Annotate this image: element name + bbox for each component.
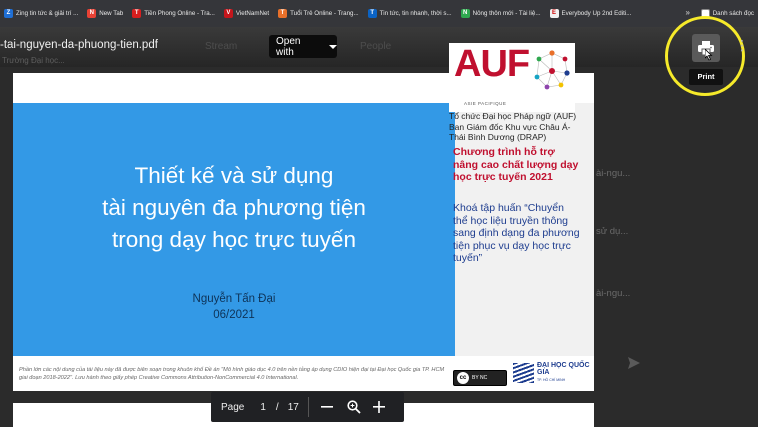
current-page-input[interactable]: 1 [260,402,266,413]
send-icon [628,357,640,369]
open-with-label: Open with [276,35,301,58]
bookmark-label: Nông thôn mới - Tài liệ... [472,10,541,17]
divider [307,397,309,417]
vnu-subname: TP. HỒ CHÍ MINH [537,377,566,382]
cc-icon: cc [457,372,469,384]
caret-down-icon [329,44,337,49]
bookmark-zing[interactable]: Z Zing tin tức & giải trí ... [4,9,78,18]
file-name: -tai-nguyen-da-phuong-tien.pdf [0,39,158,51]
magnifier-icon [347,400,361,414]
auf-logo-text: AUF [454,43,530,85]
zoom-fit-button[interactable] [347,400,361,414]
bookmark-tien-phong[interactable]: T Tiền Phong Online - Tra... [132,9,215,18]
tab-stream: Stream [205,41,238,52]
bookmark-label: VietNamNet [235,10,270,17]
page-separator: / [275,401,279,413]
everybody-up-favicon-icon: E [549,9,559,18]
page-navigation-bar: Page 1 / 17 [211,392,404,422]
open-with-button[interactable]: Open with [269,35,337,58]
background-snippet: ài-ngu... [596,168,631,179]
course-text: Khoá tập huấn “Chuyển thể học liệu truyề… [453,202,580,264]
minus-icon [320,406,333,408]
vnu-hcm-logo: ĐẠI HỌC QUỐC GIA TP. HỒ CHÍ MINH [513,360,591,386]
slide-title: Thiết kế và sử dụng tài nguyên đa phương… [13,160,455,256]
reading-list-button[interactable]: Danh sách đọc [698,0,758,27]
reading-list-label: Danh sách đọc [712,10,754,17]
zoom-in-button[interactable] [372,400,385,414]
vietnamnet-favicon-icon: V [223,9,233,18]
bookmarks-bar: Z Zing tin tức & giải trí ... N New Tab TT… [0,0,758,27]
zing-favicon-icon: Z [4,9,13,18]
file-subtitle: Trường Đại học... [2,56,65,65]
nong-thon-moi-favicon-icon: N [460,9,470,18]
total-pages: 17 [287,401,299,413]
reading-list-icon [700,9,710,18]
bookmark-tuoi-tre[interactable]: T Tuổi Trẻ Online - Trang... [278,9,359,18]
page-label: Page [221,401,245,413]
close-icon[interactable]: ⋮ [735,37,749,54]
slide-title-line: Thiết kế và sử dụng [134,163,334,188]
program-text: Chương trình hỗ trợ nâng cao chất lượng … [453,146,579,183]
creative-commons-badge: cc BY NC [453,370,507,386]
slide-title-line: tài nguyên đa phương tiện [102,195,366,220]
auf-logo-subtitle: ASIE PACIFIQUE [464,101,507,106]
background-snippet: sử dụ... [596,226,629,237]
bookmark-label: Tuổi Trẻ Online - Trang... [290,10,359,17]
tab-people: People [360,41,392,52]
bookmark-new-tab[interactable]: N New Tab [87,9,123,18]
auf-logo: AUF ASIE PACIFIQUE [449,43,575,112]
bookmark-nong-thon-moi[interactable]: N Nông thôn mới - Tài liệ... [460,9,541,18]
vnu-logo-mark-icon [513,363,534,383]
bookmarks-overflow-button[interactable]: » [686,8,690,17]
slide-author: Nguyễn Tấn Đại [192,293,276,305]
slide-date: 06/2021 [213,309,255,321]
print-tooltip: Print [689,69,723,85]
slide-author-block: Nguyễn Tấn Đại 06/2021 [13,291,455,323]
bookmark-vietnamnet[interactable]: V VietNamNet [223,9,270,18]
bookmark-label: New Tab [99,10,124,17]
tien-phong-favicon-icon: T [132,9,142,18]
bookmark-label: Everybody Up 2nd Editi... [561,10,632,17]
bookmark-label: Zing tin tức & giải trí ... [16,10,79,17]
cursor-icon [705,49,713,61]
network-dots-icon [534,50,570,90]
zoom-out-button[interactable] [320,400,333,414]
bookmark-label: Tin tức, tin nhanh, thời s... [379,10,452,17]
plus-icon [372,401,385,413]
tin-tuc-favicon-icon: T [367,9,377,18]
bookmark-tin-tuc[interactable]: T Tin tức, tin nhanh, thời s... [367,9,452,18]
background-snippet: ài-ngu... [596,288,631,299]
organization-text: Tổ chức Đại học Pháp ngữ (AUF) Ban Giám … [449,111,577,142]
slide-title-line: trong dạy học trực tuyến [112,227,356,252]
bookmark-everybody-up[interactable]: E Everybody Up 2nd Editi... [549,9,632,18]
vnu-logo-text: ĐẠI HỌC QUỐC GIA TP. HỒ CHÍ MINH [537,362,591,385]
cc-license-label: BY NC [472,375,488,381]
bookmark-label: Tiền Phong Online - Tra... [144,10,215,17]
viewer-top-bar: -tai-nguyen-da-phuong-tien.pdf Trường Đạ… [0,27,758,67]
vnu-name: ĐẠI HỌC QUỐC GIA [537,361,590,377]
slide-footnote: Phần lớn các nội dung của tài liệu này đ… [19,367,445,381]
tuoi-tre-favicon-icon: T [278,9,288,18]
new-tab-favicon-icon: N [87,9,97,18]
